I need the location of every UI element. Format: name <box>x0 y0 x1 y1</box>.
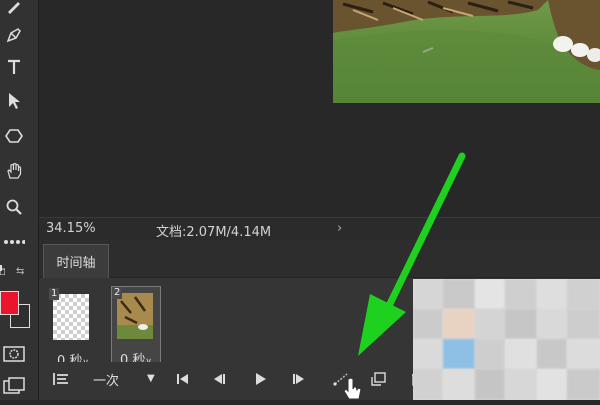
annotation-arrow <box>358 152 466 356</box>
